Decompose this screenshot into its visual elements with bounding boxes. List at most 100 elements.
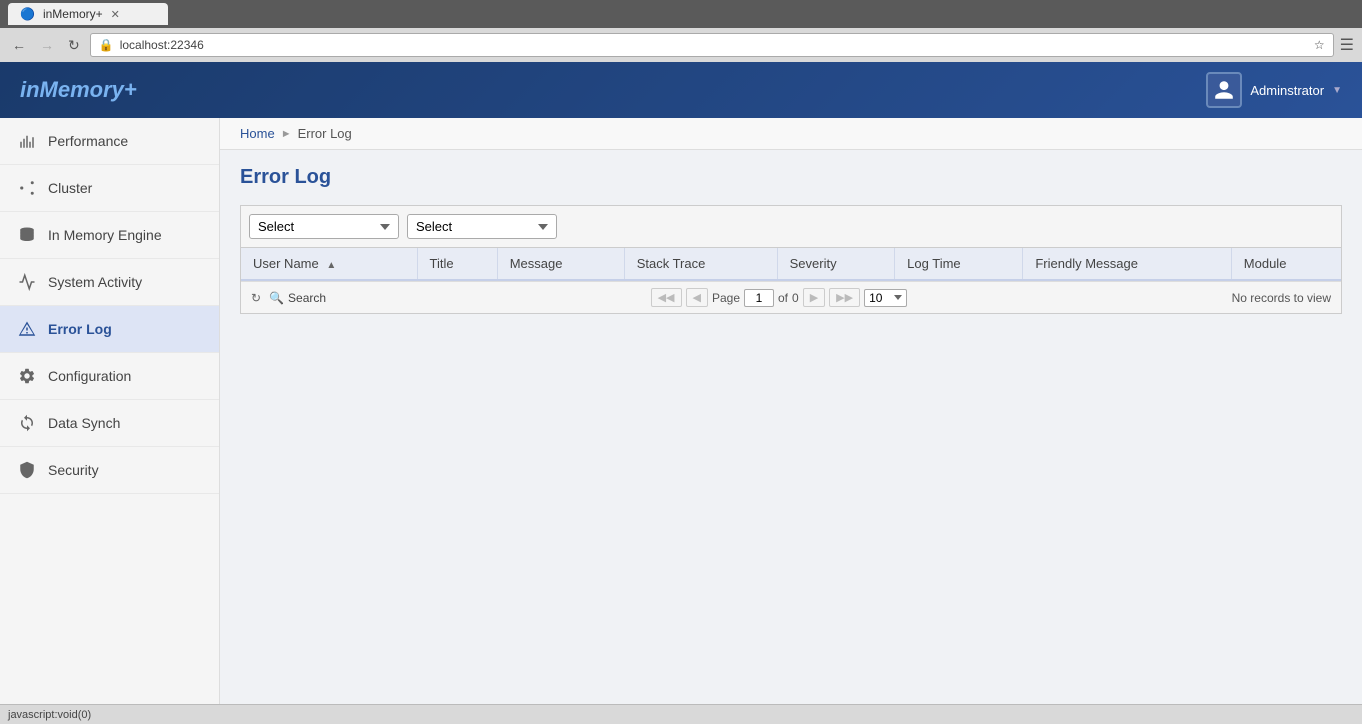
column-header-friendly-message[interactable]: Friendly Message	[1023, 248, 1231, 280]
column-label-module: Module	[1244, 256, 1287, 271]
data-table-wrapper: User Name ▲ Title Message	[240, 247, 1342, 314]
logo-text: inMemory	[20, 77, 124, 102]
of-label: of	[778, 291, 788, 305]
app-container: inMemory+ Adminstrator ▼ Performance	[0, 62, 1362, 724]
sidebar-item-security[interactable]: Security	[0, 447, 219, 494]
sidebar-label-performance: Performance	[48, 133, 128, 149]
sidebar-item-error-log[interactable]: Error Log	[0, 306, 219, 353]
sidebar: Performance Cluster In Memory Engine	[0, 118, 220, 724]
pagination-left: ↻ 🔍 Search	[251, 291, 326, 305]
filter-select-1[interactable]: Select	[249, 214, 399, 239]
address-bar[interactable]: 🔒 localhost:22346 ☆	[90, 33, 1334, 57]
refresh-icon[interactable]: ↻	[251, 291, 261, 305]
app-logo: inMemory+	[20, 77, 137, 103]
browser-titlebar: 🔵 inMemory+ ✕	[0, 0, 1362, 28]
sidebar-item-in-memory-engine[interactable]: In Memory Engine	[0, 212, 219, 259]
sync-icon	[16, 412, 38, 434]
browser-tab[interactable]: 🔵 inMemory+ ✕	[8, 3, 168, 25]
last-page-button[interactable]: ▶▶	[829, 288, 860, 307]
table-header: User Name ▲ Title Message	[241, 248, 1341, 280]
browser-chrome: 🔵 inMemory+ ✕ ← → ↻ 🔒 localhost:22346 ☆ …	[0, 0, 1362, 62]
column-label-friendly-message: Friendly Message	[1035, 256, 1138, 271]
sidebar-item-system-activity[interactable]: System Activity	[0, 259, 219, 306]
page-number-input[interactable]	[744, 289, 774, 307]
sidebar-label-data-synch: Data Synch	[48, 415, 120, 431]
nodes-icon	[16, 177, 38, 199]
column-label-message: Message	[510, 256, 563, 271]
logo-plus: +	[124, 77, 137, 102]
column-label-user-name: User Name	[253, 256, 319, 271]
breadcrumb-separator: ►	[281, 128, 292, 140]
column-header-title[interactable]: Title	[417, 248, 497, 280]
column-header-user-name[interactable]: User Name ▲	[241, 248, 417, 280]
browser-toolbar: ← → ↻ 🔒 localhost:22346 ☆ ☰	[0, 28, 1362, 62]
column-label-stack-trace: Stack Trace	[637, 256, 706, 271]
user-area: Adminstrator ▼	[1206, 72, 1342, 108]
database-icon	[16, 224, 38, 246]
column-label-title: Title	[430, 256, 454, 271]
no-records-text: No records to view	[1232, 291, 1331, 305]
status-text: javascript:void(0)	[8, 709, 91, 721]
column-header-stack-trace[interactable]: Stack Trace	[624, 248, 777, 280]
sidebar-item-performance[interactable]: Performance	[0, 118, 219, 165]
per-page-select[interactable]: 10 25 50 100	[864, 289, 907, 307]
avatar	[1206, 72, 1242, 108]
pagination-center: ◀◀ ◀ Page of 0 ▶ ▶▶ 10 25 50	[651, 288, 908, 307]
breadcrumb-current: Error Log	[298, 126, 352, 141]
total-pages: 0	[792, 291, 799, 305]
page-content: Error Log Select Select	[220, 150, 1362, 330]
sort-icon-user-name: ▲	[326, 260, 336, 271]
gear-icon	[16, 365, 38, 387]
page-title: Error Log	[240, 166, 1342, 189]
pagination-bar: ↻ 🔍 Search ◀◀ ◀ Page of 0	[241, 281, 1341, 313]
activity-icon	[16, 271, 38, 293]
sidebar-label-security: Security	[48, 462, 99, 478]
filter-bar: Select Select	[240, 205, 1342, 247]
back-button[interactable]: ←	[8, 35, 30, 55]
shield-icon	[16, 459, 38, 481]
first-page-button[interactable]: ◀◀	[651, 288, 682, 307]
sidebar-item-cluster[interactable]: Cluster	[0, 165, 219, 212]
tab-title: inMemory+	[43, 7, 103, 21]
browser-menu-button[interactable]: ☰	[1340, 35, 1354, 55]
address-text: localhost:22346	[120, 38, 204, 52]
column-header-message[interactable]: Message	[497, 248, 624, 280]
alert-icon	[16, 318, 38, 340]
sidebar-label-cluster: Cluster	[48, 180, 92, 196]
next-page-button[interactable]: ▶	[803, 288, 825, 307]
pagination-right: No records to view	[1232, 291, 1331, 305]
sidebar-label-in-memory-engine: In Memory Engine	[48, 227, 162, 243]
search-label: Search	[288, 291, 326, 305]
lock-icon: 🔒	[99, 38, 114, 52]
status-bar: javascript:void(0)	[0, 704, 1362, 724]
table-header-row: User Name ▲ Title Message	[241, 248, 1341, 280]
breadcrumb: Home ► Error Log	[220, 118, 1362, 150]
username-label: Adminstrator	[1250, 83, 1324, 98]
forward-button[interactable]: →	[36, 35, 58, 55]
user-dropdown-arrow[interactable]: ▼	[1332, 85, 1342, 96]
search-area[interactable]: 🔍 Search	[269, 291, 326, 305]
search-icon: 🔍	[269, 291, 284, 305]
content-area: Home ► Error Log Error Log Select Select	[220, 118, 1362, 724]
app-main: Performance Cluster In Memory Engine	[0, 118, 1362, 724]
sidebar-item-configuration[interactable]: Configuration	[0, 353, 219, 400]
reload-button[interactable]: ↻	[64, 35, 84, 56]
bookmark-icon[interactable]: ☆	[1314, 38, 1325, 52]
sidebar-label-system-activity: System Activity	[48, 274, 142, 290]
prev-page-button[interactable]: ◀	[686, 288, 708, 307]
breadcrumb-home-link[interactable]: Home	[240, 126, 275, 141]
sidebar-label-configuration: Configuration	[48, 368, 131, 384]
filter-select-2[interactable]: Select	[407, 214, 557, 239]
column-header-severity[interactable]: Severity	[777, 248, 895, 280]
chart-icon	[16, 130, 38, 152]
column-label-log-time: Log Time	[907, 256, 960, 271]
column-header-module[interactable]: Module	[1231, 248, 1341, 280]
tab-close-button[interactable]: ✕	[111, 8, 120, 21]
column-label-severity: Severity	[790, 256, 837, 271]
app-header: inMemory+ Adminstrator ▼	[0, 62, 1362, 118]
tab-favicon: 🔵	[20, 7, 35, 21]
sidebar-item-data-synch[interactable]: Data Synch	[0, 400, 219, 447]
sidebar-label-error-log: Error Log	[48, 321, 112, 337]
page-label: Page	[712, 291, 740, 305]
column-header-log-time[interactable]: Log Time	[895, 248, 1023, 280]
